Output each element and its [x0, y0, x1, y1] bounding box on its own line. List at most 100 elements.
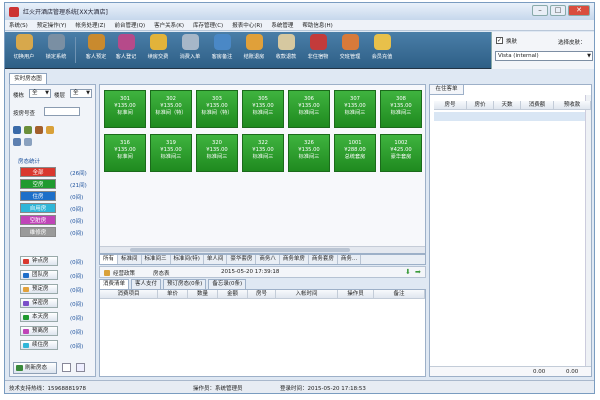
room-tile[interactable]: 303 ¥135.00 标准间（特）: [196, 90, 238, 128]
column-header[interactable]: 消费额: [521, 101, 554, 110]
room-tile[interactable]: 1001 ¥288.00 总统套房: [334, 134, 376, 172]
room-tile[interactable]: 307 ¥135.00 标准间三: [334, 90, 376, 128]
room-type-tab-7[interactable]: 商务单房: [280, 255, 309, 264]
skin-select[interactable]: Vista (internal) ▼: [495, 51, 593, 61]
room-number-search-input[interactable]: [44, 107, 80, 116]
room-filter-button-6[interactable]: 续住房: [20, 340, 58, 350]
grid-view-icon[interactable]: [13, 126, 21, 134]
room-tile[interactable]: 319 ¥135.00 标准间三: [150, 134, 192, 172]
column-header[interactable]: 房号: [434, 101, 467, 110]
settings-icon[interactable]: [13, 138, 21, 146]
room-type-tab-1[interactable]: 标准间: [118, 255, 142, 264]
print-icon[interactable]: [62, 363, 71, 372]
horizontal-scrollbar[interactable]: [100, 246, 425, 253]
room-filter-button-2[interactable]: 预定房: [20, 284, 58, 294]
toolbar-button-5[interactable]: 消费入单: [173, 34, 207, 66]
scroll-thumb[interactable]: [130, 248, 350, 252]
home-icon[interactable]: [76, 363, 85, 372]
selected-row[interactable]: [434, 112, 587, 121]
consume-tab-0[interactable]: 消费清单: [99, 279, 130, 289]
column-header[interactable]: 入帐时间: [276, 290, 338, 299]
room-filter-button-3[interactable]: 保密房: [20, 298, 58, 308]
toolbar-button-7[interactable]: 结账退房: [237, 34, 271, 66]
column-header[interactable]: 预收款: [554, 101, 591, 110]
edit-icon[interactable]: [24, 138, 32, 146]
menu-item-5[interactable]: 库存管理(C): [193, 21, 223, 29]
menu-item-0[interactable]: 系统(S): [9, 21, 28, 29]
toolbar-button-9[interactable]: 非住宿物: [301, 34, 335, 66]
menu-item-6[interactable]: 报表中心(R): [232, 21, 262, 29]
column-header[interactable]: 房价: [467, 101, 494, 110]
room-type-tab-0[interactable]: 所有: [100, 255, 119, 264]
menu-item-2[interactable]: 帐务处理(Z): [75, 21, 105, 29]
floor-view-icon[interactable]: [35, 126, 43, 134]
toolbar-button-8[interactable]: 收款退款: [269, 34, 303, 66]
arrow-right-icon[interactable]: ➡: [415, 268, 421, 276]
menu-item-7[interactable]: 系统管理: [271, 21, 293, 29]
floor-select[interactable]: 全 ▼: [29, 89, 51, 98]
room-tile[interactable]: 322 ¥135.00 标准间三: [242, 134, 284, 172]
toolbar-button-6[interactable]: 客房备注: [205, 34, 239, 66]
refresh-room-status-button[interactable]: 刷新房态: [13, 362, 57, 374]
vertical-scrollbar[interactable]: [585, 95, 591, 367]
status-filter-1[interactable]: 空房: [20, 179, 56, 189]
tab-in-house-guests[interactable]: 在住客单: [430, 85, 464, 95]
menu-item-8[interactable]: 帮助信息(H): [302, 21, 332, 29]
room-tile[interactable]: 302 ¥135.00 标准间（特）: [150, 90, 192, 128]
toolbar-button-2[interactable]: 客人预定: [79, 34, 113, 66]
minimize-button[interactable]: –: [532, 5, 548, 16]
consume-tab-2[interactable]: 预订房态(0条): [163, 279, 207, 289]
room-tile[interactable]: 1002 ¥425.00 豪华套房: [380, 134, 422, 172]
arrow-down-icon[interactable]: ⬇: [405, 268, 411, 276]
close-button[interactable]: ✕: [568, 5, 590, 16]
menu-item-3[interactable]: 前台管理(Q): [115, 21, 146, 29]
room-type-tab-3[interactable]: 标准间(特): [171, 255, 204, 264]
skin-checkbox[interactable]: ✓: [496, 37, 503, 44]
toolbar-button-4[interactable]: 续房交费: [141, 34, 175, 66]
status-filter-3[interactable]: 自用房: [20, 203, 56, 213]
room-tile[interactable]: 326 ¥135.00 标准间三: [288, 134, 330, 172]
status-filter-2[interactable]: 住房: [20, 191, 56, 201]
room-tile[interactable]: 316 ¥135.00 标准间: [104, 134, 146, 172]
business-policy-link[interactable]: 经营政策: [113, 269, 135, 277]
status-filter-0[interactable]: 全部: [20, 167, 56, 177]
toolbar-button-11[interactable]: 会员充值: [365, 34, 399, 66]
room-filter-button-5[interactable]: 预离房: [20, 326, 58, 336]
room-type-tab-8[interactable]: 商务套房: [309, 255, 338, 264]
toolbar-button-3[interactable]: 客人登记: [109, 34, 143, 66]
toolbar-button-10[interactable]: 交班管理: [333, 34, 367, 66]
tab-room-status[interactable]: 实时房态图: [9, 73, 47, 84]
column-header[interactable]: 备注: [374, 290, 425, 299]
toolbar-button-0[interactable]: 切换用户: [7, 34, 41, 66]
room-type-tab-2[interactable]: 标准间三: [142, 255, 171, 264]
room-filter-button-4[interactable]: 本天房: [20, 312, 58, 322]
column-header[interactable]: 单价: [158, 290, 188, 299]
room-type-tab-9[interactable]: 商务…: [338, 255, 362, 264]
room-type-tab-5[interactable]: 豪华套房: [227, 255, 257, 264]
floor-level-select[interactable]: 全 ▼: [70, 89, 92, 98]
list-view-icon[interactable]: [24, 126, 32, 134]
consume-tab-1[interactable]: 客人支付: [131, 279, 162, 289]
status-filter-5[interactable]: 维修房: [20, 227, 56, 237]
column-header[interactable]: 天数: [494, 101, 521, 110]
menu-item-1[interactable]: 预定操作(Y): [37, 21, 67, 29]
status-filter-4[interactable]: 空脏房: [20, 215, 56, 225]
room-tile[interactable]: 301 ¥135.00 标准间: [104, 90, 146, 128]
room-type-tab-6[interactable]: 商务八: [256, 255, 280, 264]
room-filter-button-0[interactable]: 钟点房: [20, 256, 58, 266]
column-header[interactable]: 房号: [248, 290, 276, 299]
room-tile[interactable]: 305 ¥135.00 标准间三: [242, 90, 284, 128]
column-header[interactable]: 操作员: [338, 290, 374, 299]
column-header[interactable]: 消费项目: [100, 290, 158, 299]
room-filter-button-1[interactable]: 团队房: [20, 270, 58, 280]
column-header[interactable]: 金额: [218, 290, 248, 299]
toolbar-button-1[interactable]: 锁定系统: [39, 34, 73, 66]
room-tile[interactable]: 320 ¥135.00 标准间三: [196, 134, 238, 172]
room-tile[interactable]: 306 ¥135.00 标准间三: [288, 90, 330, 128]
maximize-button[interactable]: □: [550, 5, 566, 16]
room-table-link[interactable]: 房态表: [153, 269, 170, 277]
room-tile[interactable]: 308 ¥135.00 标准间三: [380, 90, 422, 128]
menu-item-4[interactable]: 客户关系(K): [154, 21, 184, 29]
column-header[interactable]: 数量: [188, 290, 218, 299]
star-icon[interactable]: [46, 126, 54, 134]
